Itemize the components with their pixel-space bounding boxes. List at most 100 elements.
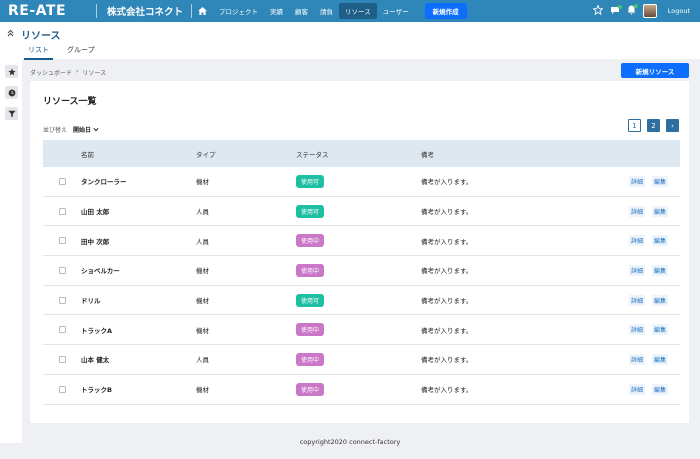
table-row: 山本 健太 人員 使用中 備考が入ります。 詳細 編集 <box>43 345 680 375</box>
status-badge: 使用中 <box>296 352 325 366</box>
resource-note: 備考が入ります。 <box>421 356 473 365</box>
row-checkbox[interactable] <box>58 207 66 215</box>
header-status[interactable]: ステータス <box>296 149 421 159</box>
nav-item-projects[interactable]: プロジェクト <box>213 3 264 19</box>
chevron-right-icon: › <box>76 68 79 75</box>
divider <box>96 4 97 18</box>
resource-type: 機材 <box>196 326 209 335</box>
page-button-2[interactable]: 2 <box>647 119 660 132</box>
status-badge: 使用可 <box>296 204 325 218</box>
row-checkbox[interactable] <box>58 355 66 363</box>
edit-link[interactable]: 編集 <box>651 264 668 276</box>
resource-type: 人員 <box>196 208 209 217</box>
resource-type: 人員 <box>196 356 209 365</box>
detail-link[interactable]: 詳細 <box>628 205 645 217</box>
resource-note: 備考が入ります。 <box>421 386 473 395</box>
main-nav: プロジェクト 実績 顧客 請負 リソース ユーザー 新規作成 <box>192 0 467 22</box>
resource-type: 機材 <box>196 267 209 276</box>
bell-icon[interactable] <box>627 4 638 17</box>
edit-link[interactable]: 編集 <box>651 175 668 187</box>
resource-note: 備考が入ります。 <box>421 237 473 246</box>
next-page-button[interactable]: › <box>666 119 679 132</box>
nav-item-contracts[interactable]: 請負 <box>314 3 339 19</box>
detail-link[interactable]: 詳細 <box>628 383 645 395</box>
tab-group[interactable]: グループ <box>63 45 99 60</box>
resource-list-card: リソース一覧 並び替え 開始日 1 2 › 名前 タイプ ステータス 備考 タン… <box>30 81 689 423</box>
breadcrumb: ダッシュボード › リソース <box>30 68 106 77</box>
table-row: タンクローラー 機材 使用可 備考が入ります。 詳細 編集 <box>43 167 680 197</box>
table-row: トラックA 機材 使用中 備考が入ります。 詳細 編集 <box>43 315 680 346</box>
row-checkbox[interactable] <box>58 385 66 393</box>
app-logo[interactable]: RE-ATE <box>8 3 96 19</box>
detail-link[interactable]: 詳細 <box>628 324 645 336</box>
resource-name: トラックA <box>81 326 113 335</box>
detail-link[interactable]: 詳細 <box>628 175 645 187</box>
card-title: リソース一覧 <box>43 97 97 107</box>
detail-link[interactable]: 詳細 <box>628 353 645 365</box>
table-row: 山田 太郎 人員 使用可 備考が入ります。 詳細 編集 <box>43 197 680 227</box>
favorite-icon[interactable] <box>5 65 18 78</box>
side-rail <box>0 59 22 443</box>
resource-note: 備考が入ります。 <box>421 208 473 217</box>
create-new-button[interactable]: 新規作成 <box>424 3 467 19</box>
row-checkbox[interactable] <box>58 177 66 185</box>
resource-type: 機材 <box>196 178 209 187</box>
row-checkbox[interactable] <box>58 326 66 334</box>
collapse-icon[interactable] <box>7 29 14 39</box>
pagination: 1 2 › <box>628 119 679 132</box>
header-note: 備考 <box>421 150 434 159</box>
avatar[interactable] <box>642 4 657 18</box>
resource-note: 備考が入ります。 <box>421 178 473 187</box>
edit-link[interactable]: 編集 <box>651 205 668 217</box>
status-badge: 使用可 <box>296 293 325 307</box>
header-actions: Logout <box>592 0 690 22</box>
resource-table: 名前 タイプ ステータス 備考 タンクローラー 機材 使用可 備考が入ります。 … <box>43 140 680 405</box>
chevron-down-icon <box>93 127 99 132</box>
edit-link[interactable]: 編集 <box>651 383 668 395</box>
company-name: 株式会社コネクト <box>107 7 184 18</box>
detail-link[interactable]: 詳細 <box>628 294 645 306</box>
view-tabs: リスト グループ <box>24 45 99 60</box>
header-name[interactable]: 名前 <box>81 149 196 159</box>
clock-icon[interactable] <box>5 86 18 99</box>
header-type[interactable]: タイプ <box>196 149 296 159</box>
nav-item-resources[interactable]: リソース <box>339 3 377 19</box>
resource-name: トラックB <box>81 386 112 395</box>
sort-label: 並び替え <box>43 127 68 134</box>
row-checkbox[interactable] <box>58 266 66 274</box>
table-header: 名前 タイプ ステータス 備考 <box>43 140 680 167</box>
nav-item-users[interactable]: ユーザー <box>377 3 415 19</box>
sort-select[interactable]: 開始日 <box>73 125 99 134</box>
status-badge: 使用中 <box>296 234 325 248</box>
detail-link[interactable]: 詳細 <box>628 235 645 247</box>
logout-link[interactable]: Logout <box>668 7 690 15</box>
edit-link[interactable]: 編集 <box>651 294 668 306</box>
page-button-1[interactable]: 1 <box>628 119 641 132</box>
home-icon[interactable] <box>192 7 213 15</box>
filter-icon[interactable] <box>5 107 18 120</box>
table-row: ショベルカー 機材 使用中 備考が入ります。 詳細 編集 <box>43 256 680 286</box>
breadcrumb-dashboard[interactable]: ダッシュボード <box>30 68 72 77</box>
new-resource-button[interactable]: 新規リソース <box>621 63 689 78</box>
status-badge: 使用可 <box>296 174 325 188</box>
star-icon[interactable] <box>592 4 604 17</box>
detail-link[interactable]: 詳細 <box>628 264 645 276</box>
sort-value: 開始日 <box>73 127 92 134</box>
nav-item-results[interactable]: 実績 <box>264 3 289 19</box>
resource-name: 田中 次郎 <box>81 237 110 246</box>
sort-control: 並び替え 開始日 <box>43 125 99 134</box>
row-checkbox[interactable] <box>58 237 66 245</box>
table-row: 田中 次郎 人員 使用中 備考が入ります。 詳細 編集 <box>43 226 680 257</box>
table-row: トラックB 機材 使用中 備考が入ります。 詳細 編集 <box>43 375 680 405</box>
footer-copyright: copyright2020 connect-factory <box>299 438 401 446</box>
top-navbar: RE-ATE 株式会社コネクト プロジェクト 実績 顧客 請負 リソース ユーザ… <box>0 0 700 22</box>
status-badge: 使用中 <box>296 382 325 396</box>
row-checkbox[interactable] <box>58 296 66 304</box>
resource-name: 山本 健太 <box>81 356 110 365</box>
edit-link[interactable]: 編集 <box>651 353 668 365</box>
nav-item-customers[interactable]: 顧客 <box>289 3 314 19</box>
edit-link[interactable]: 編集 <box>651 235 668 247</box>
tab-list[interactable]: リスト <box>24 45 53 60</box>
edit-link[interactable]: 編集 <box>651 324 668 336</box>
chat-icon[interactable] <box>610 4 622 17</box>
